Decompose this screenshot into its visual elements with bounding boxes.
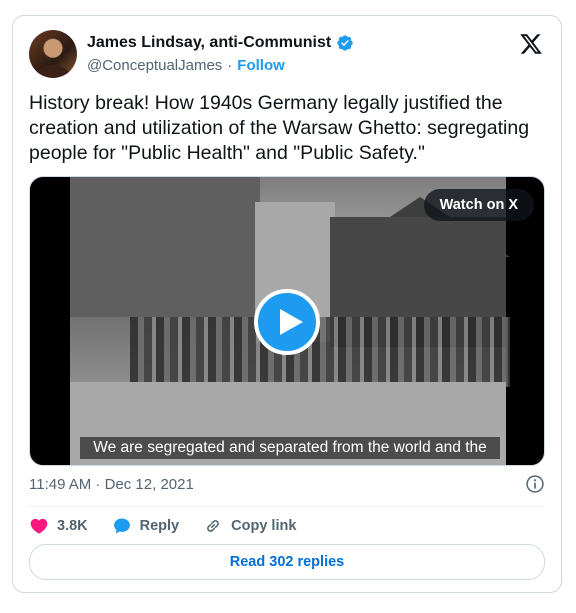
copy-link-label: Copy link <box>231 518 297 534</box>
reply-label: Reply <box>139 518 180 534</box>
author-name[interactable]: James Lindsay, anti-Communist <box>87 34 331 52</box>
reply-button[interactable]: Reply <box>112 516 180 536</box>
follow-button[interactable]: Follow <box>237 57 285 74</box>
video-player[interactable]: Watch on X We are segregated and separat… <box>29 176 545 466</box>
link-icon <box>207 520 219 532</box>
video-building <box>70 177 260 317</box>
author-handle[interactable]: @ConceptualJames <box>87 57 222 74</box>
separator-dot: · <box>227 57 233 74</box>
author-name-row: James Lindsay, anti-Communist <box>87 34 354 52</box>
tweet-card: James Lindsay, anti-Communist @Conceptua… <box>12 15 562 593</box>
video-subtitle: We are segregated and separated from the… <box>80 437 500 459</box>
read-replies-button[interactable]: Read 302 replies <box>29 544 545 580</box>
like-count: 3.8K <box>57 518 88 534</box>
watch-on-x-button[interactable]: Watch on X <box>423 189 534 221</box>
heart-icon <box>30 518 48 534</box>
tweet-timestamp[interactable]: 11:49 AM · Dec 12, 2021 <box>29 476 194 493</box>
verified-badge-icon <box>337 35 353 51</box>
video-crowd <box>130 317 510 387</box>
play-button[interactable] <box>254 289 320 355</box>
x-logo-icon[interactable] <box>519 32 543 56</box>
tweet-header: James Lindsay, anti-Communist @Conceptua… <box>29 30 545 84</box>
divider <box>29 506 545 507</box>
like-button[interactable]: 3.8K <box>29 516 88 536</box>
action-bar: 3.8K Reply Copy link <box>29 514 320 538</box>
tweet-text: History break! How 1940s Germany legally… <box>29 92 530 164</box>
avatar[interactable] <box>29 30 77 78</box>
play-icon <box>280 309 303 335</box>
info-icon[interactable] <box>525 474 545 494</box>
author-handle-row: @ConceptualJames · Follow <box>87 57 285 74</box>
copy-link-button[interactable]: Copy link <box>203 516 296 536</box>
reply-bubble-icon <box>113 518 130 534</box>
